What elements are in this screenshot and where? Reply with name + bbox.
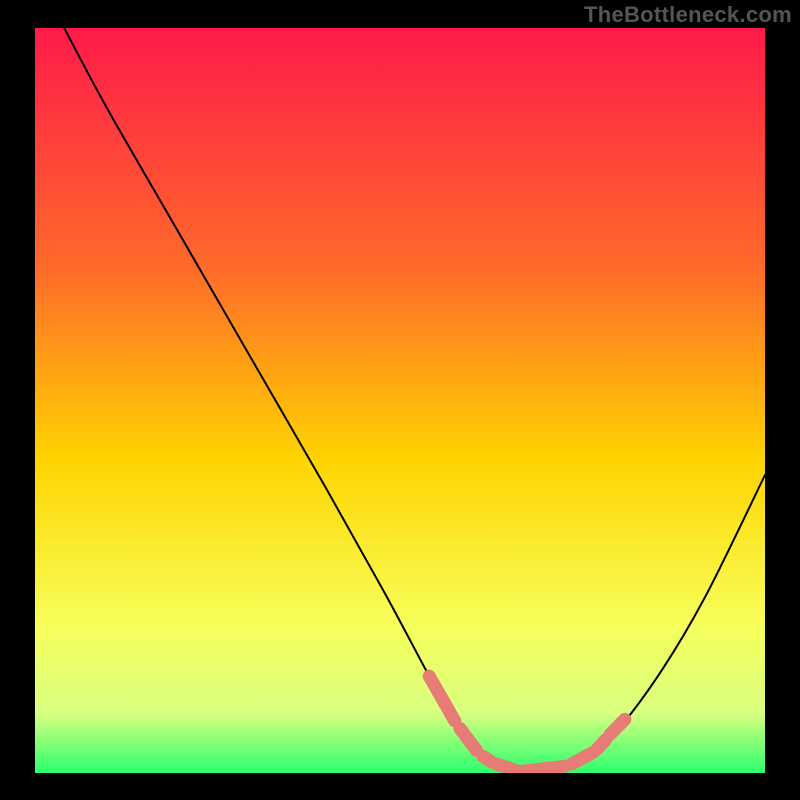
highlight-segment: [483, 757, 491, 762]
chart-svg: [35, 28, 765, 773]
highlight-segment: [597, 739, 606, 749]
gradient-background: [35, 28, 765, 773]
plot-area: [35, 28, 765, 773]
chart-frame: TheBottleneck.com: [0, 0, 800, 800]
highlight-segment: [520, 766, 564, 771]
watermark-text: TheBottleneck.com: [584, 2, 792, 28]
highlight-segment: [496, 764, 516, 771]
